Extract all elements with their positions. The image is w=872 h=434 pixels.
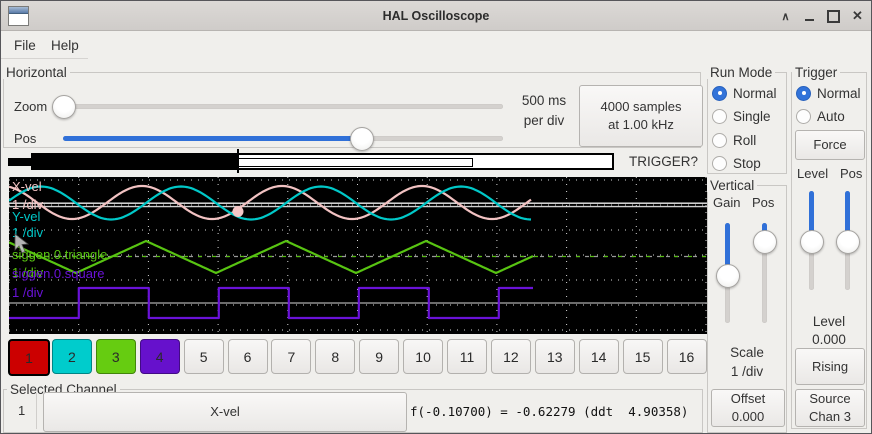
zoom-slider-track[interactable]	[53, 104, 503, 109]
minimize-icon[interactable]	[802, 8, 817, 24]
zoom-slider-handle[interactable]	[52, 95, 76, 119]
trigger-edge-button[interactable]: Rising	[795, 348, 865, 385]
hal-oscilloscope-window: HAL Oscilloscope ∧ ✕ File Help Horizonta…	[0, 0, 872, 434]
radio-icon	[712, 86, 727, 101]
radio-icon	[796, 109, 811, 124]
scope-channel-label: siggen.0.triangle	[12, 247, 107, 262]
trigger-radio-auto[interactable]: Auto	[796, 108, 845, 124]
radio-label: Normal	[733, 86, 777, 101]
trigger-pos-column-label: Pos	[840, 166, 862, 181]
channel-button-15[interactable]: 15	[623, 339, 663, 374]
vertical-pos-slider-handle[interactable]	[753, 230, 777, 254]
radio-label: Single	[733, 109, 771, 124]
menu-help[interactable]: Help	[51, 38, 79, 53]
channel-button-14[interactable]: 14	[579, 339, 619, 374]
samples-button[interactable]: 4000 samples at 1.00 kHz	[579, 85, 703, 147]
vertical-gain-slider-handle[interactable]	[716, 264, 740, 288]
selected-channel-number: 1	[18, 403, 25, 418]
radio-icon	[712, 133, 727, 148]
trigger-level-slider-handle[interactable]	[800, 230, 824, 254]
channel-button-2[interactable]: 2	[52, 339, 92, 374]
shade-icon[interactable]: ∧	[778, 8, 793, 24]
scope-channel-label: 1 /div	[12, 285, 44, 300]
channel-button-8[interactable]: 8	[315, 339, 355, 374]
run-mode-radio-stop[interactable]: Stop	[712, 155, 761, 171]
zoom-slider-label: Zoom	[14, 99, 47, 114]
trigger-level-column-label: Level	[797, 166, 828, 181]
menubar-divider	[1, 58, 88, 59]
trigger-pos-slider-handle[interactable]	[836, 230, 860, 254]
radio-label: Auto	[817, 109, 845, 124]
channel-button-12[interactable]: 12	[491, 339, 531, 374]
channel-button-9[interactable]: 9	[359, 339, 399, 374]
close-icon[interactable]: ✕	[850, 8, 865, 24]
vertical-gain-label: Gain	[713, 195, 740, 210]
radio-label: Stop	[733, 156, 761, 171]
trigger-title: Trigger	[792, 66, 840, 79]
channel-button-11[interactable]: 11	[447, 339, 487, 374]
radio-icon	[796, 86, 811, 101]
record-bar	[31, 153, 614, 170]
window-controls: ∧ ✕	[778, 1, 865, 31]
channel-button-4[interactable]: 4	[140, 339, 180, 374]
trigger-source-button[interactable]: Source Chan 3	[795, 389, 865, 427]
time-per-div-label: 500 ms per div	[513, 91, 575, 131]
scope-channel-label: siggen.0.square	[12, 266, 105, 281]
vertical-title: Vertical	[707, 179, 757, 192]
record-bar-stub	[8, 158, 31, 166]
trigger-position-tick	[237, 149, 239, 173]
run-mode-radio-roll[interactable]: Roll	[712, 132, 756, 148]
menu-file[interactable]: File	[14, 38, 36, 53]
horizontal-group-title: Horizontal	[3, 66, 70, 79]
radio-icon	[712, 109, 727, 124]
trigger-status-label: TRIGGER?	[629, 154, 698, 169]
record-bar-fill	[33, 155, 238, 168]
window-title: HAL Oscilloscope	[1, 1, 871, 31]
channel-button-1[interactable]: 1	[8, 339, 50, 376]
channel-button-6[interactable]: 6	[228, 339, 268, 374]
window-icon	[8, 6, 29, 26]
selected-channel-divider	[36, 393, 37, 429]
titlebar[interactable]: HAL Oscilloscope ∧ ✕	[1, 1, 871, 31]
channel-button-3[interactable]: 3	[96, 339, 136, 374]
channel-readout: f(-0.10700) = -0.62279 (ddt 4.90358)	[410, 404, 688, 419]
trigger-level-caption: Level	[791, 314, 867, 329]
scope-channel-label: Y-vel	[12, 209, 41, 224]
channel-button-13[interactable]: 13	[535, 339, 575, 374]
trigger-level-value: 0.000	[791, 332, 867, 347]
radio-label: Roll	[733, 133, 756, 148]
vertical-pos-label: Pos	[752, 195, 774, 210]
radio-label: Normal	[817, 86, 861, 101]
channel-button-7[interactable]: 7	[271, 339, 311, 374]
menubar: File Help	[1, 31, 871, 59]
pos-slider-fill	[63, 136, 361, 141]
force-button[interactable]: Force	[795, 130, 865, 160]
vertical-scale-caption: Scale	[707, 345, 787, 360]
channel-button-5[interactable]: 5	[184, 339, 224, 374]
record-bar-window	[238, 158, 473, 167]
vertical-scale-value: 1 /div	[707, 364, 787, 379]
channel-button-16[interactable]: 16	[667, 339, 707, 374]
selected-sample-marker	[233, 206, 244, 217]
trigger-radio-normal[interactable]: Normal	[796, 85, 861, 101]
radio-icon	[712, 156, 727, 171]
scope-display[interactable]: X-vel1 /divY-vel1 /divsiggen.0.triangle1…	[9, 177, 707, 334]
maximize-icon[interactable]	[826, 8, 841, 24]
selected-channel-name-button[interactable]: X-vel	[43, 392, 407, 432]
run-mode-radio-normal[interactable]: Normal	[712, 85, 777, 101]
offset-button[interactable]: Offset 0.000	[711, 389, 785, 427]
scope-channel-label: X-vel	[12, 179, 42, 194]
run-mode-radio-single[interactable]: Single	[712, 108, 771, 124]
run-mode-title: Run Mode	[707, 66, 775, 79]
channel-button-10[interactable]: 10	[403, 339, 443, 374]
pos-slider-handle[interactable]	[350, 127, 374, 151]
pos-slider-label: Pos	[14, 131, 36, 146]
